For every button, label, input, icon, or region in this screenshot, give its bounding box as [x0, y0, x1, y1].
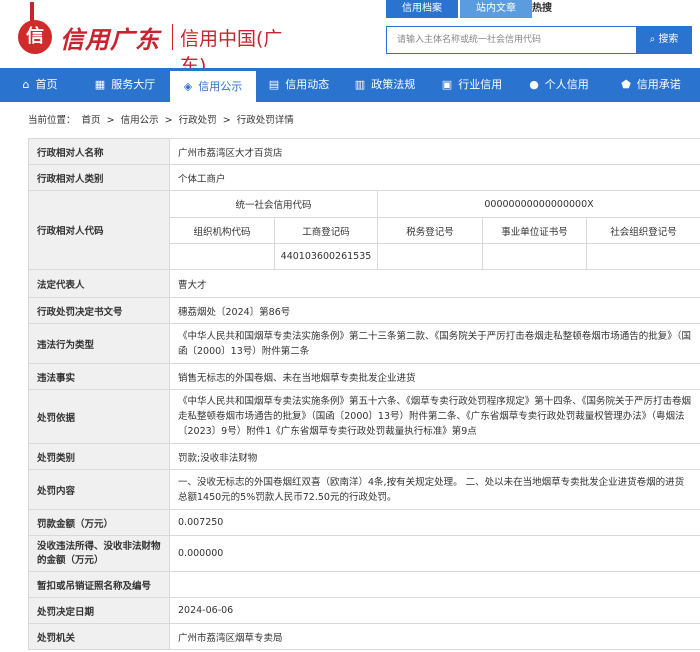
table-row: 暂扣或吊销证照名称及编号: [28, 571, 700, 598]
code-label: 行政相对人代码: [28, 190, 170, 270]
search-input[interactable]: 请输入主体名称或统一社会信用代码: [386, 26, 636, 54]
site-logo[interactable]: 信 信用广东 信用中国(广东): [8, 0, 308, 77]
basis-value: 《中华人民共和国烟草专卖法实施条例》第五十六条、《烟草专卖行政处罚程序规定》第十…: [168, 389, 700, 444]
business-reg-value: 440103600261535: [274, 243, 378, 270]
type-label: 行政相对人类别: [28, 164, 170, 191]
breadcrumb-home[interactable]: 首页: [82, 115, 101, 126]
type-value: 个体工商户: [168, 164, 700, 191]
fine-label: 罚款金额（万元）: [28, 509, 170, 536]
license-label: 暂扣或吊销证照名称及编号: [28, 571, 170, 598]
nav-policies[interactable]: ▥ 政策法规: [342, 68, 428, 102]
credit-emblem-icon: 信: [18, 20, 52, 54]
table-row: 法定代表人 曹大才: [28, 269, 700, 298]
table-row: 处罚内容 一、没收无标志的外国卷烟红双喜（欧南洋）4条,按有关规定处理。 二、处…: [28, 469, 700, 510]
org-value: 广州市荔湾区烟草专卖局: [168, 623, 700, 650]
violation-type-value: 《中华人民共和国烟草专卖法实施条例》第二十三条第二款、《国务院关于严厉打击卷烟走…: [168, 323, 700, 364]
breadcrumb-current: 行政处罚详情: [236, 115, 294, 126]
date-value: 2024-06-06: [168, 597, 700, 624]
canton-tower-icon: [30, 2, 34, 22]
breadcrumb-separator: >: [106, 115, 115, 126]
nav-credit-news[interactable]: ▤ 信用动态: [256, 68, 342, 102]
institution-cert-value: [482, 243, 587, 270]
tab-site-articles[interactable]: 站内文章: [460, 0, 532, 18]
table-row: 行政处罚决定书文号 穗荔烟处〔2024〕第86号: [28, 297, 700, 324]
table-row: 处罚依据 《中华人民共和国烟草专卖法实施条例》第五十六条、《烟草专卖行政处罚程序…: [28, 389, 700, 444]
org-code-label: 组织机构代码: [169, 217, 275, 244]
tax-reg-value: [377, 243, 483, 270]
hot-search-label: 热搜: [532, 3, 552, 14]
content-label: 处罚内容: [28, 469, 170, 510]
document-icon: ▤: [268, 78, 280, 91]
fine-value: 0.007250: [168, 509, 700, 536]
basis-label: 处罚依据: [28, 389, 170, 444]
table-row: 违法行为类型 《中华人民共和国烟草专卖法实施条例》第二十三条第二款、《国务院关于…: [28, 323, 700, 364]
megaphone-icon: ◈: [183, 79, 193, 93]
usc-code-label: 统一社会信用代码: [169, 190, 378, 218]
business-reg-label: 工商登记码: [274, 217, 378, 244]
rep-label: 法定代表人: [28, 269, 170, 298]
nav-service-hall[interactable]: ▦ 服务大厅: [80, 68, 170, 102]
table-row: 行政相对人名称 广州市荔湾区大才百货店: [28, 138, 700, 165]
logo-title: 信用广东: [60, 25, 160, 54]
book-icon: ▥: [354, 78, 366, 91]
nav-credit-publicity[interactable]: ◈ 信用公示: [170, 68, 256, 102]
facts-value: 销售无标志的外国卷烟、未在当地烟草专卖批发企业进货: [168, 363, 700, 390]
penalty-detail-table: 行政相对人名称 广州市荔湾区大才百货店 行政相对人类别 个体工商户 行政相对人代…: [28, 138, 700, 650]
shield-icon: ⬟: [621, 78, 631, 91]
institution-cert-label: 事业单位证书号: [482, 217, 587, 244]
person-icon: ●: [529, 78, 539, 91]
content-value: 一、没收无标志的外国卷烟红双喜（欧南洋）4条,按有关规定处理。 二、处以未在当地…: [168, 469, 700, 510]
search-bar: 请输入主体名称或统一社会信用代码 ⌕ 搜索: [386, 26, 692, 54]
name-label: 行政相对人名称: [28, 138, 170, 165]
building-icon: ▣: [441, 78, 453, 91]
logo-divider: [172, 24, 173, 50]
nav-industry-credit[interactable]: ▣ 行业信用: [428, 68, 516, 102]
breadcrumb-prefix: 当前位置：: [28, 115, 76, 126]
confiscate-value: 0.000000: [168, 535, 700, 572]
violation-type-label: 违法行为类型: [28, 323, 170, 364]
table-row: 处罚机关 广州市荔湾区烟草专卖局: [28, 623, 700, 650]
table-row: 没收违法所得、没收非法财物的金额（万元） 0.000000: [28, 535, 700, 572]
org-label: 处罚机关: [28, 623, 170, 650]
doc-number-value: 穗荔烟处〔2024〕第86号: [168, 297, 700, 324]
home-icon: ⌂: [22, 78, 30, 91]
confiscate-label: 没收违法所得、没收非法财物的金额（万元）: [28, 535, 170, 572]
tax-reg-label: 税务登记号: [377, 217, 483, 244]
table-row: 违法事实 销售无标志的外国卷烟、未在当地烟草专卖批发企业进货: [28, 363, 700, 390]
social-org-label: 社会组织登记号: [585, 217, 700, 244]
social-org-value: [585, 243, 700, 270]
name-value: 广州市荔湾区大才百货店: [168, 138, 700, 165]
table-row: 罚款金额（万元） 0.007250: [28, 509, 700, 536]
nav-credit-commitment[interactable]: ⬟ 信用承诺: [602, 68, 700, 102]
org-code-value: [169, 243, 275, 270]
table-row: 处罚类别 罚款;没收非法财物: [28, 443, 700, 470]
category-label: 处罚类别: [28, 443, 170, 470]
breadcrumb-separator: >: [222, 115, 231, 126]
rep-value: 曹大才: [168, 269, 700, 298]
table-row: 行政相对人代码 统一社会信用代码 00000000000000000X: [28, 190, 700, 270]
nav-home[interactable]: ⌂ 首页: [0, 68, 80, 102]
breadcrumb-separator: >: [164, 115, 173, 126]
main-nav: ⌂ 首页 ▦ 服务大厅 ◈ 信用公示 ▤ 信用动态 ▥ 政策法规 ▣ 行业信用 ● 个人信用 …: [0, 68, 700, 102]
breadcrumb-penalty[interactable]: 行政处罚: [179, 115, 217, 126]
grid-icon: ▦: [94, 78, 106, 91]
doc-number-label: 行政处罚决定书文号: [28, 297, 170, 324]
table-row: 处罚决定日期 2024-06-06: [28, 597, 700, 624]
search-scope-tabs: 信用档案 站内文章: [386, 0, 534, 18]
breadcrumb-credit-publicity[interactable]: 信用公示: [121, 115, 159, 126]
site-header: 信 信用广东 信用中国(广东) 信用档案 站内文章 热搜 请输入主体名称或统一社…: [0, 0, 700, 77]
search-button[interactable]: ⌕ 搜索: [636, 26, 692, 54]
date-label: 处罚决定日期: [28, 597, 170, 624]
tab-credit-archive[interactable]: 信用档案: [386, 0, 458, 18]
usc-code-value: 00000000000000000X: [376, 190, 700, 218]
table-row: 行政相对人类别 个体工商户: [28, 164, 700, 191]
category-value: 罚款;没收非法财物: [168, 443, 700, 470]
nav-personal-credit[interactable]: ● 个人信用: [516, 68, 602, 102]
license-value: [168, 571, 700, 598]
breadcrumb: 当前位置： 首页 > 信用公示 > 行政处罚 > 行政处罚详情: [28, 112, 297, 126]
facts-label: 违法事实: [28, 363, 170, 390]
